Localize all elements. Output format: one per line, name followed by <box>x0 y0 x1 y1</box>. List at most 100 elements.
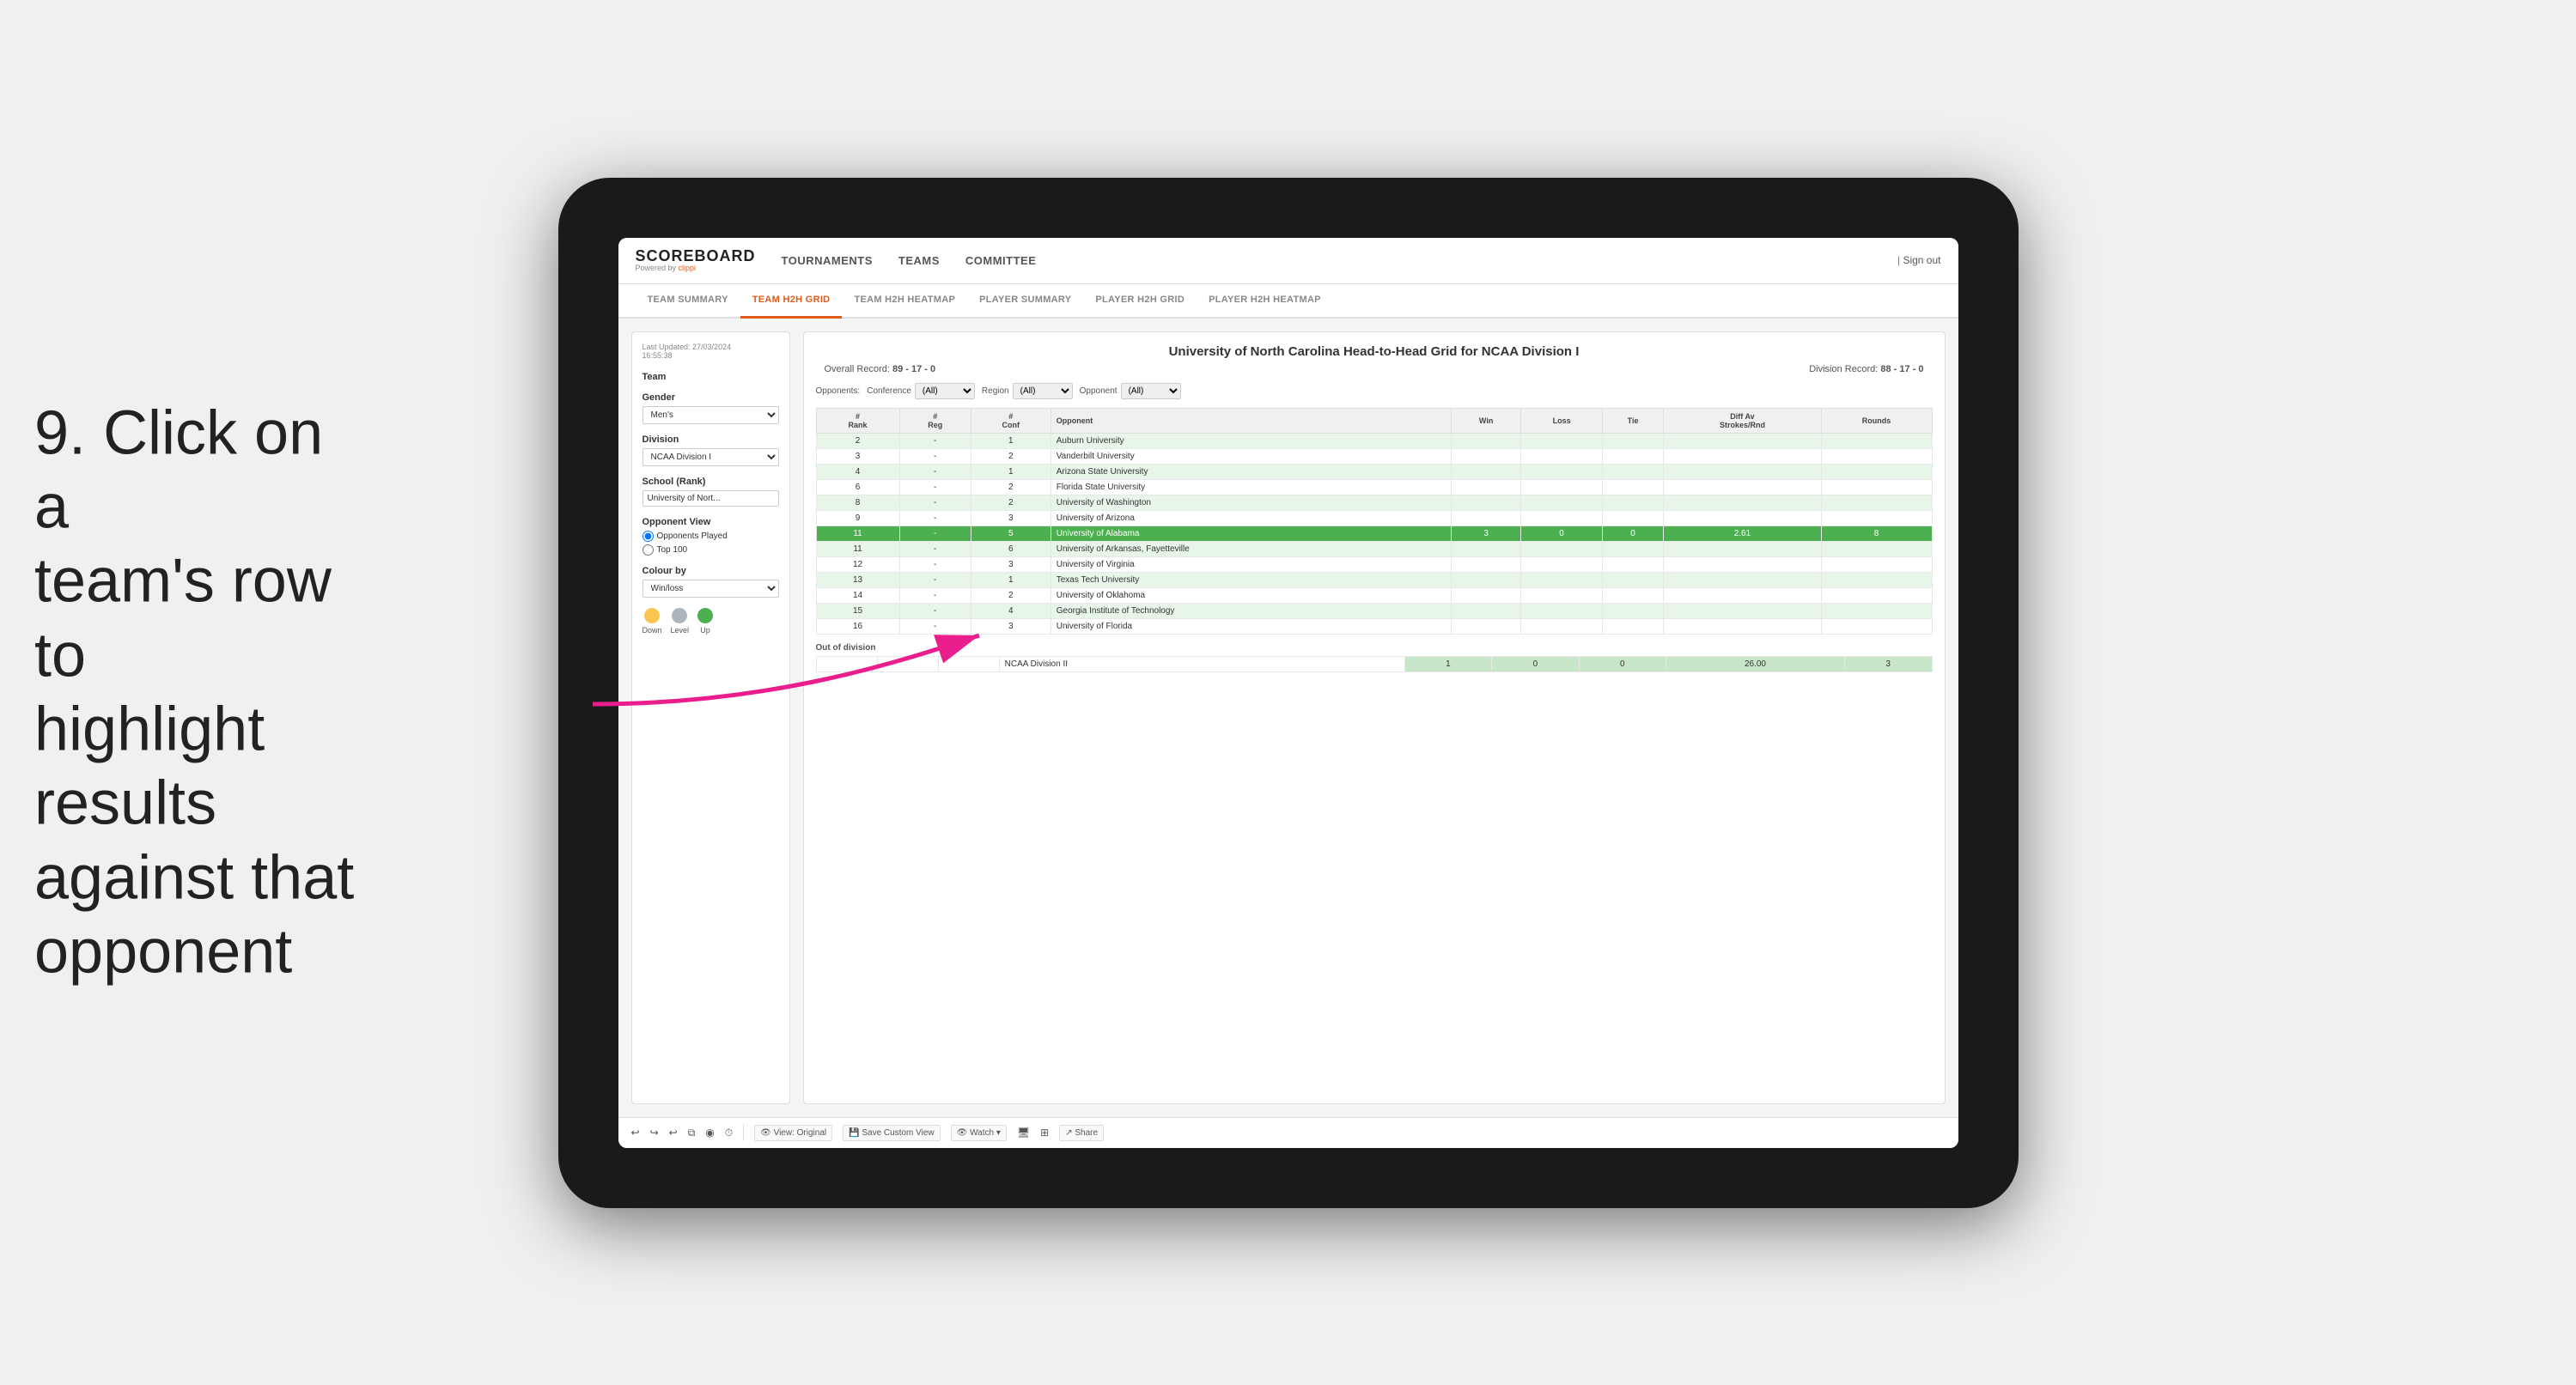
cell-rank <box>816 656 877 671</box>
save-custom-view-btn[interactable]: 💾 Save Custom View <box>843 1125 941 1141</box>
cell-conf <box>938 656 999 671</box>
cell-rank: 4 <box>816 464 899 479</box>
cell-rank: 2 <box>816 433 899 448</box>
cell-rounds <box>1821 479 1932 495</box>
cell-tie <box>1602 587 1664 603</box>
cell-reg <box>877 656 938 671</box>
cell-reg: - <box>899 525 971 541</box>
legend-up-label: Up <box>700 626 710 635</box>
colour-by-label: Colour by <box>642 566 779 576</box>
cell-win <box>1451 618 1521 634</box>
logo-area: SCOREBOARD Powered by clippi <box>636 248 756 272</box>
h2h-grid-table: #Rank #Reg #Conf Opponent Win Loss Tie D… <box>816 408 1933 635</box>
table-row[interactable]: 11-6University of Arkansas, Fayetteville <box>816 541 1932 556</box>
table-row[interactable]: 9-3University of Arizona <box>816 510 1932 525</box>
table-row[interactable]: 6-2Florida State University <box>816 479 1932 495</box>
toolbar-icon-3[interactable]: ⊞ <box>1040 1127 1049 1139</box>
gender-select[interactable]: Men's Women's <box>642 406 779 424</box>
table-row[interactable]: 12-3University of Virginia <box>816 556 1932 572</box>
table-row[interactable]: 14-2University of Oklahoma <box>816 587 1932 603</box>
cell-conf: 2 <box>971 587 1050 603</box>
out-division-row[interactable]: NCAA Division II10026.003 <box>816 656 1932 671</box>
overall-record-label: Overall Record: <box>825 364 890 374</box>
cell-tie: 0 <box>1602 525 1664 541</box>
division-record: Division Record: 88 - 17 - 0 <box>1809 364 1923 374</box>
colour-by-select[interactable]: Win/loss <box>642 580 779 598</box>
region-select[interactable]: (All) <box>1013 383 1073 399</box>
annotation-text: 9. Click on a team's row to highlight re… <box>34 396 361 989</box>
cell-reg: - <box>899 448 971 464</box>
cell-tie <box>1602 433 1664 448</box>
tab-player-h2h-grid[interactable]: PLAYER H2H GRID <box>1083 284 1197 319</box>
table-row[interactable]: 15-4Georgia Institute of Technology <box>816 603 1932 618</box>
nav-committee[interactable]: COMMITTEE <box>965 251 1037 270</box>
col-tie: Tie <box>1602 408 1664 433</box>
division-label: Division <box>642 434 779 445</box>
timer-icon[interactable]: ⏱ <box>725 1127 733 1139</box>
redo-icon[interactable]: ↪ <box>650 1127 659 1139</box>
cell-conf: 4 <box>971 603 1050 618</box>
cell-diff: 26.00 <box>1666 656 1845 671</box>
cell-win <box>1451 541 1521 556</box>
share-btn[interactable]: ↗ Share <box>1059 1125 1104 1141</box>
cell-win <box>1451 587 1521 603</box>
cell-rank: 14 <box>816 587 899 603</box>
tab-team-summary[interactable]: TEAM SUMMARY <box>636 284 740 319</box>
cell-conf: 1 <box>971 433 1050 448</box>
overall-record: Overall Record: 89 - 17 - 0 <box>825 364 936 374</box>
annotation-area: 9. Click on a team's row to highlight re… <box>34 396 361 989</box>
division-select[interactable]: NCAA Division I <box>642 448 779 466</box>
record-icon[interactable]: ◉ <box>705 1127 714 1139</box>
table-row[interactable]: 4-1Arizona State University <box>816 464 1932 479</box>
opp-filter-label: Opponent <box>1080 386 1117 396</box>
last-updated: Last Updated: 27/03/2024 16:55:38 <box>642 343 779 360</box>
table-row[interactable]: 3-2Vanderbilt University <box>816 448 1932 464</box>
cell-tie <box>1602 510 1664 525</box>
radio-top100[interactable]: Top 100 <box>642 544 779 556</box>
nav-tournaments[interactable]: TOURNAMENTS <box>782 251 873 270</box>
legend-down-dot <box>644 608 660 623</box>
table-row[interactable]: 8-2University of Washington <box>816 495 1932 510</box>
radio-opponents-played[interactable]: Opponents Played <box>642 531 779 542</box>
table-row[interactable]: 2-1Auburn University <box>816 433 1932 448</box>
radio-top100-input[interactable] <box>642 544 654 556</box>
cell-reg: - <box>899 464 971 479</box>
col-win: Win <box>1451 408 1521 433</box>
tab-player-h2h-heatmap[interactable]: PLAYER H2H HEATMAP <box>1197 284 1333 319</box>
table-scroll[interactable]: #Rank #Reg #Conf Opponent Win Loss Tie D… <box>816 408 1933 1091</box>
cell-diff <box>1664 572 1821 587</box>
undo-icon[interactable]: ↩ <box>631 1127 640 1139</box>
cell-loss <box>1521 510 1602 525</box>
cell-conf: 3 <box>971 510 1050 525</box>
cell-reg: - <box>899 603 971 618</box>
cell-win <box>1451 464 1521 479</box>
back-icon[interactable]: ↩ <box>669 1127 678 1139</box>
tab-player-summary[interactable]: PLAYER SUMMARY <box>967 284 1083 319</box>
cell-loss: 0 <box>1492 656 1579 671</box>
copy-icon[interactable]: ⧉ <box>688 1127 696 1139</box>
cell-rank: 6 <box>816 479 899 495</box>
cell-win <box>1451 572 1521 587</box>
opponent-filter: Opponent (All) <box>1080 383 1181 399</box>
table-row[interactable]: 11-5University of Alabama3002.618 <box>816 525 1932 541</box>
nav-teams[interactable]: TEAMS <box>898 251 940 270</box>
cell-rounds: 3 <box>1844 656 1932 671</box>
view-original-btn[interactable]: 👁 View: Original <box>754 1125 832 1141</box>
toolbar-icon-2[interactable]: 🖥 <box>1017 1127 1030 1139</box>
cell-diff <box>1664 464 1821 479</box>
radio-opponents-input[interactable] <box>642 531 654 542</box>
conf-select[interactable]: (All) <box>915 383 975 399</box>
opp-select[interactable]: (All) <box>1121 383 1181 399</box>
table-row[interactable]: 13-1Texas Tech University <box>816 572 1932 587</box>
cell-rounds <box>1821 556 1932 572</box>
tab-team-h2h-grid[interactable]: TEAM H2H GRID <box>740 284 843 319</box>
tab-team-h2h-heatmap[interactable]: TEAM H2H HEATMAP <box>842 284 967 319</box>
table-row[interactable]: 16-3University of Florida <box>816 618 1932 634</box>
school-input[interactable] <box>642 490 779 507</box>
watch-btn[interactable]: 👁 Watch ▾ <box>951 1125 1007 1141</box>
cell-rank: 13 <box>816 572 899 587</box>
cell-reg: - <box>899 556 971 572</box>
cell-opponent: University of Arkansas, Fayetteville <box>1050 541 1451 556</box>
sign-out-link[interactable]: Sign out <box>1903 254 1940 266</box>
cell-rank: 12 <box>816 556 899 572</box>
